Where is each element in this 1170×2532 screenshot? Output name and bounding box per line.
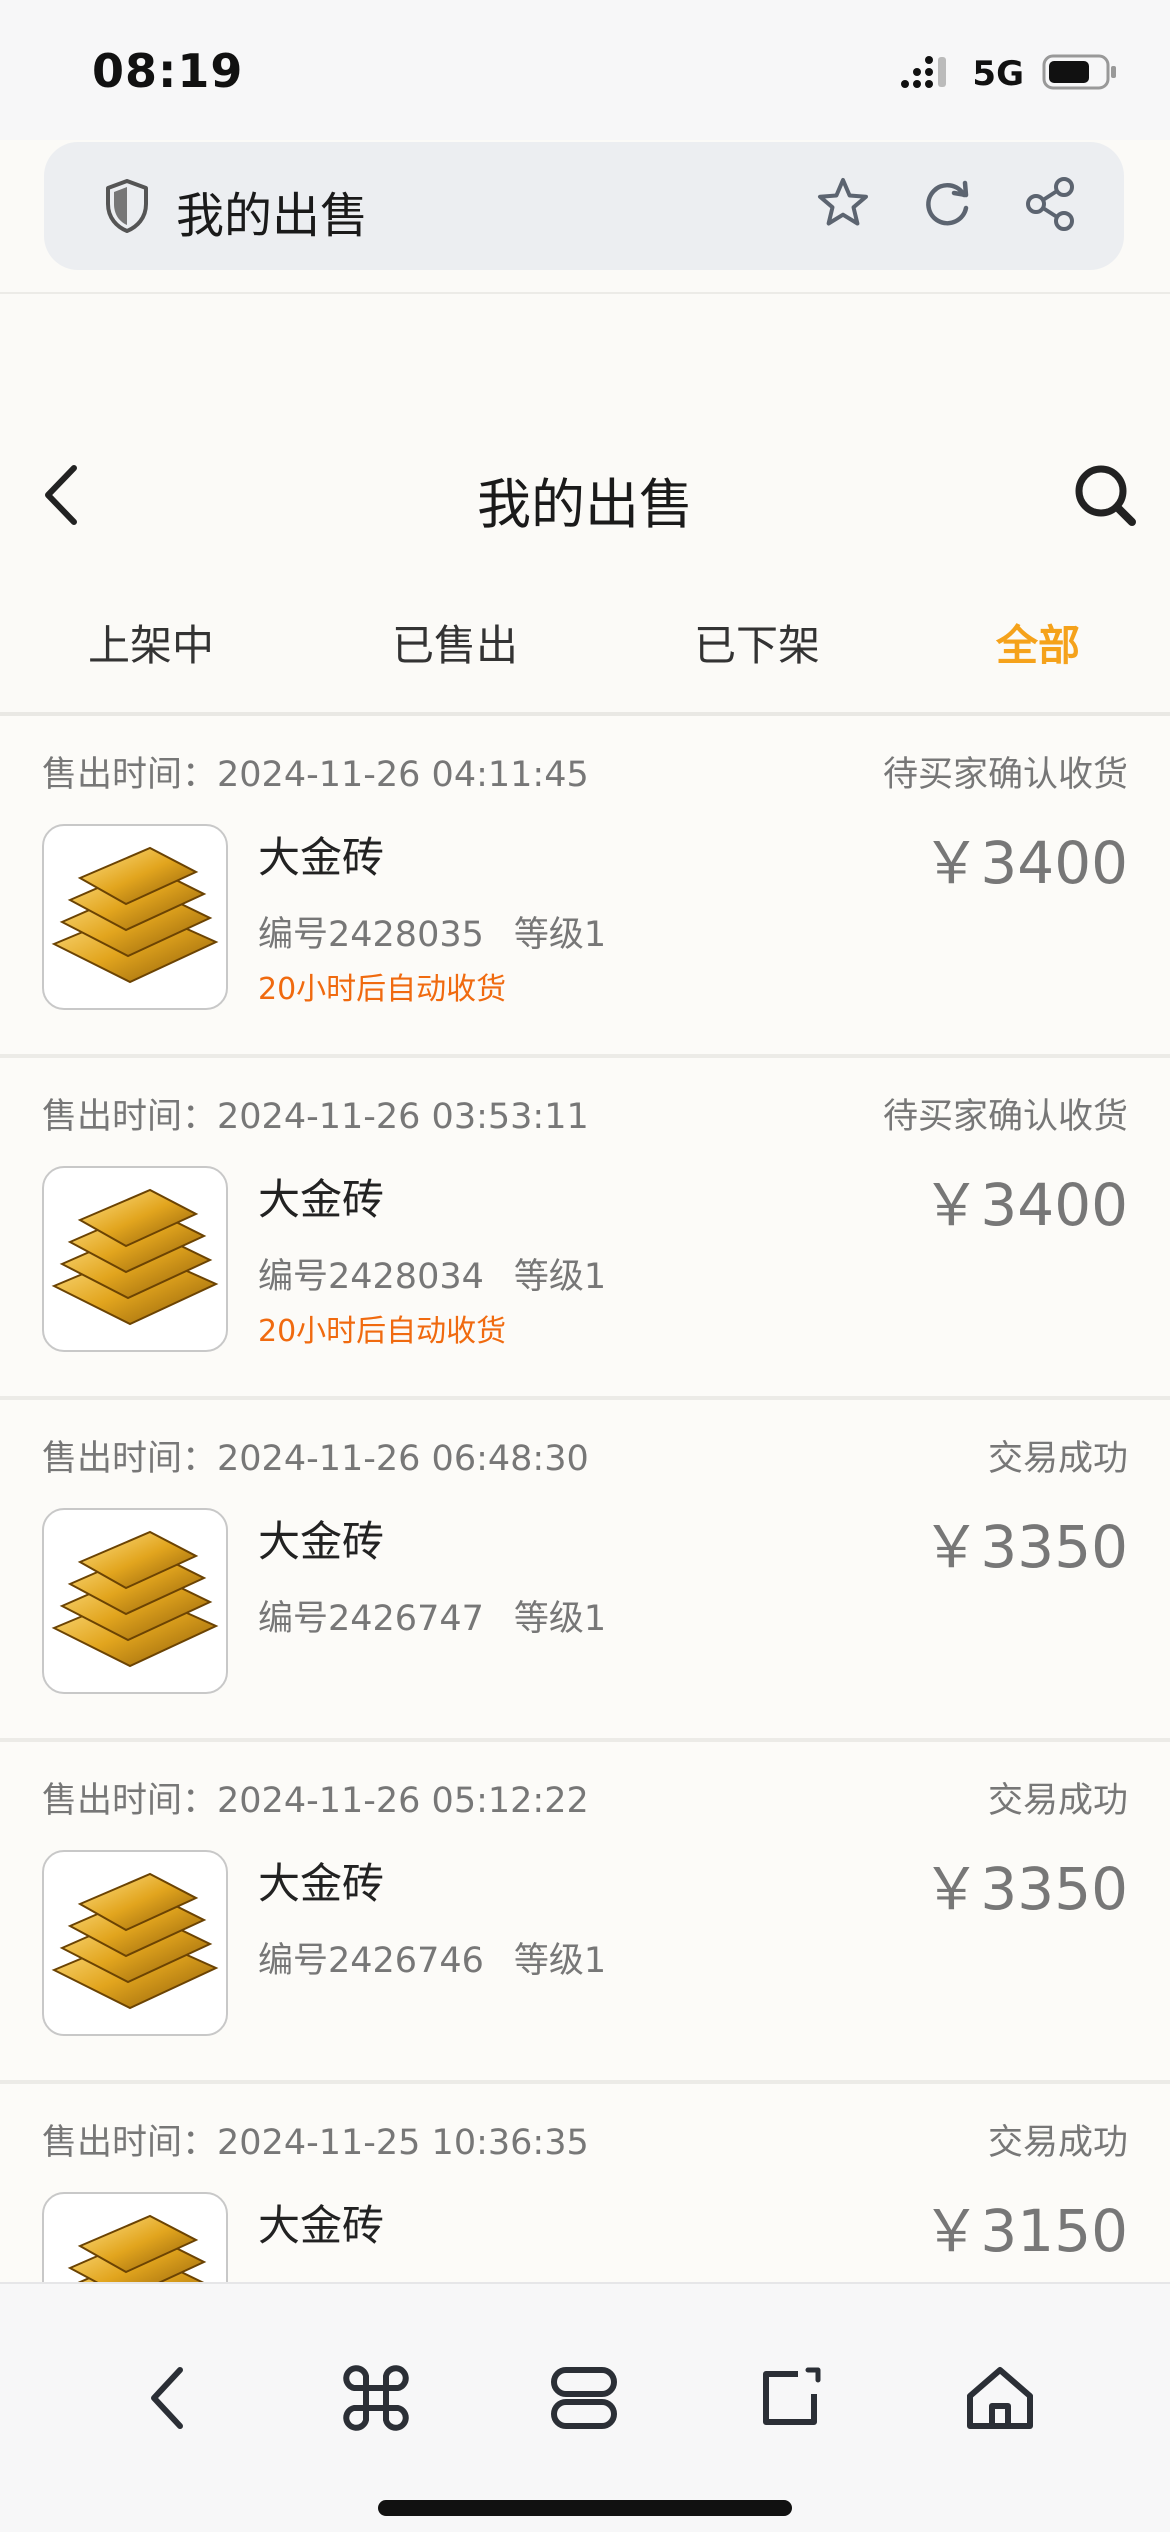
- item-price: ￥3150: [922, 2197, 1128, 2265]
- item-price: ￥3350: [922, 1855, 1128, 1923]
- back-icon[interactable]: [130, 2358, 210, 2438]
- item-name: 大金砖: [258, 1517, 385, 1566]
- refresh-icon[interactable]: [918, 175, 976, 237]
- divider: [0, 292, 1170, 294]
- command-icon[interactable]: [336, 2358, 416, 2438]
- order-sold-time: 售出时间：2024-11-26 06:48:30: [42, 1439, 589, 1479]
- item-meta: 编号2426746 等级1: [258, 1941, 607, 1981]
- signal-icon: [900, 55, 954, 93]
- status-time: 08:19: [92, 44, 244, 98]
- order-card[interactable]: 售出时间：2024-11-26 04:11:45 待买家确认收货 大金砖 编号2…: [0, 716, 1170, 1058]
- browser-toolbar: [0, 2282, 1170, 2532]
- item-price: ￥3400: [922, 829, 1128, 897]
- order-card[interactable]: 售出时间：2024-11-26 06:48:30 交易成功 大金砖 编号2426…: [0, 1400, 1170, 1742]
- page: 08:19 5G 我的出售 我的出售 上架中 已售出 已下架 全部 售出时间：2…: [0, 0, 1170, 2532]
- gold-bar-image: [42, 824, 228, 1010]
- order-sold-time: 售出时间：2024-11-26 04:11:45: [42, 755, 589, 795]
- item-price: ￥3350: [922, 1513, 1128, 1581]
- battery-icon: [1042, 54, 1118, 94]
- order-status: 交易成功: [987, 1439, 1128, 1479]
- order-list: 售出时间：2024-11-26 04:11:45 待买家确认收货 大金砖 编号2…: [0, 716, 1170, 2426]
- item-name: 大金砖: [258, 1175, 385, 1224]
- browser-page-title: 我的出售: [176, 188, 369, 244]
- tab-all[interactable]: 全部: [996, 612, 1080, 673]
- home-icon[interactable]: [960, 2358, 1040, 2438]
- order-sold-time: 售出时间：2024-11-25 10:36:35: [42, 2123, 589, 2163]
- item-name: 大金砖: [258, 833, 385, 882]
- item-meta: 编号2428034 等级1: [258, 1257, 607, 1297]
- order-status: 待买家确认收货: [882, 1097, 1128, 1137]
- tab-bar: 上架中 已售出 已下架 全部: [0, 600, 1170, 710]
- home-indicator[interactable]: [378, 2500, 792, 2516]
- gold-bar-image: [42, 1850, 228, 2036]
- status-indicators: 5G: [900, 52, 1118, 96]
- order-sold-time: 售出时间：2024-11-26 05:12:22: [42, 1781, 589, 1821]
- auto-receive-note: 20小时后自动收货: [258, 972, 507, 1007]
- order-sold-time: 售出时间：2024-11-26 03:53:11: [42, 1097, 589, 1137]
- order-card[interactable]: 售出时间：2024-11-26 03:53:11 待买家确认收货 大金砖 编号2…: [0, 1058, 1170, 1400]
- item-name: 大金砖: [258, 2201, 385, 2250]
- order-status: 交易成功: [987, 1781, 1128, 1821]
- shield-icon: [104, 178, 150, 238]
- tab-listing[interactable]: 上架中: [88, 612, 214, 673]
- order-card[interactable]: 售出时间：2024-11-26 05:12:22 交易成功 大金砖 编号2426…: [0, 1742, 1170, 2084]
- item-price: ￥3400: [922, 1171, 1128, 1239]
- order-status: 待买家确认收货: [882, 755, 1128, 795]
- page-title: 我的出售: [477, 473, 693, 536]
- search-icon[interactable]: [1070, 460, 1140, 530]
- item-name: 大金砖: [258, 1859, 385, 1908]
- browser-actions: [814, 176, 1080, 236]
- star-icon[interactable]: [814, 175, 872, 237]
- gold-bar-image: [42, 1166, 228, 1352]
- network-type: 5G: [972, 54, 1024, 94]
- tab-switch-icon[interactable]: [752, 2358, 832, 2438]
- order-status: 交易成功: [987, 2123, 1128, 2163]
- tab-sold[interactable]: 已售出: [392, 612, 518, 673]
- gold-bar-image: [42, 1508, 228, 1694]
- browser-address-bar[interactable]: 我的出售: [44, 142, 1124, 270]
- auto-receive-note: 20小时后自动收货: [258, 1314, 507, 1349]
- item-meta: 编号2426747 等级1: [258, 1599, 607, 1639]
- page-header: 我的出售: [0, 430, 1170, 560]
- item-meta: 编号2428035 等级1: [258, 915, 607, 955]
- tabs-icon[interactable]: [544, 2358, 624, 2438]
- share-icon[interactable]: [1022, 175, 1080, 237]
- tab-delisted[interactable]: 已下架: [694, 612, 820, 673]
- status-bar: 08:19 5G: [0, 0, 1170, 140]
